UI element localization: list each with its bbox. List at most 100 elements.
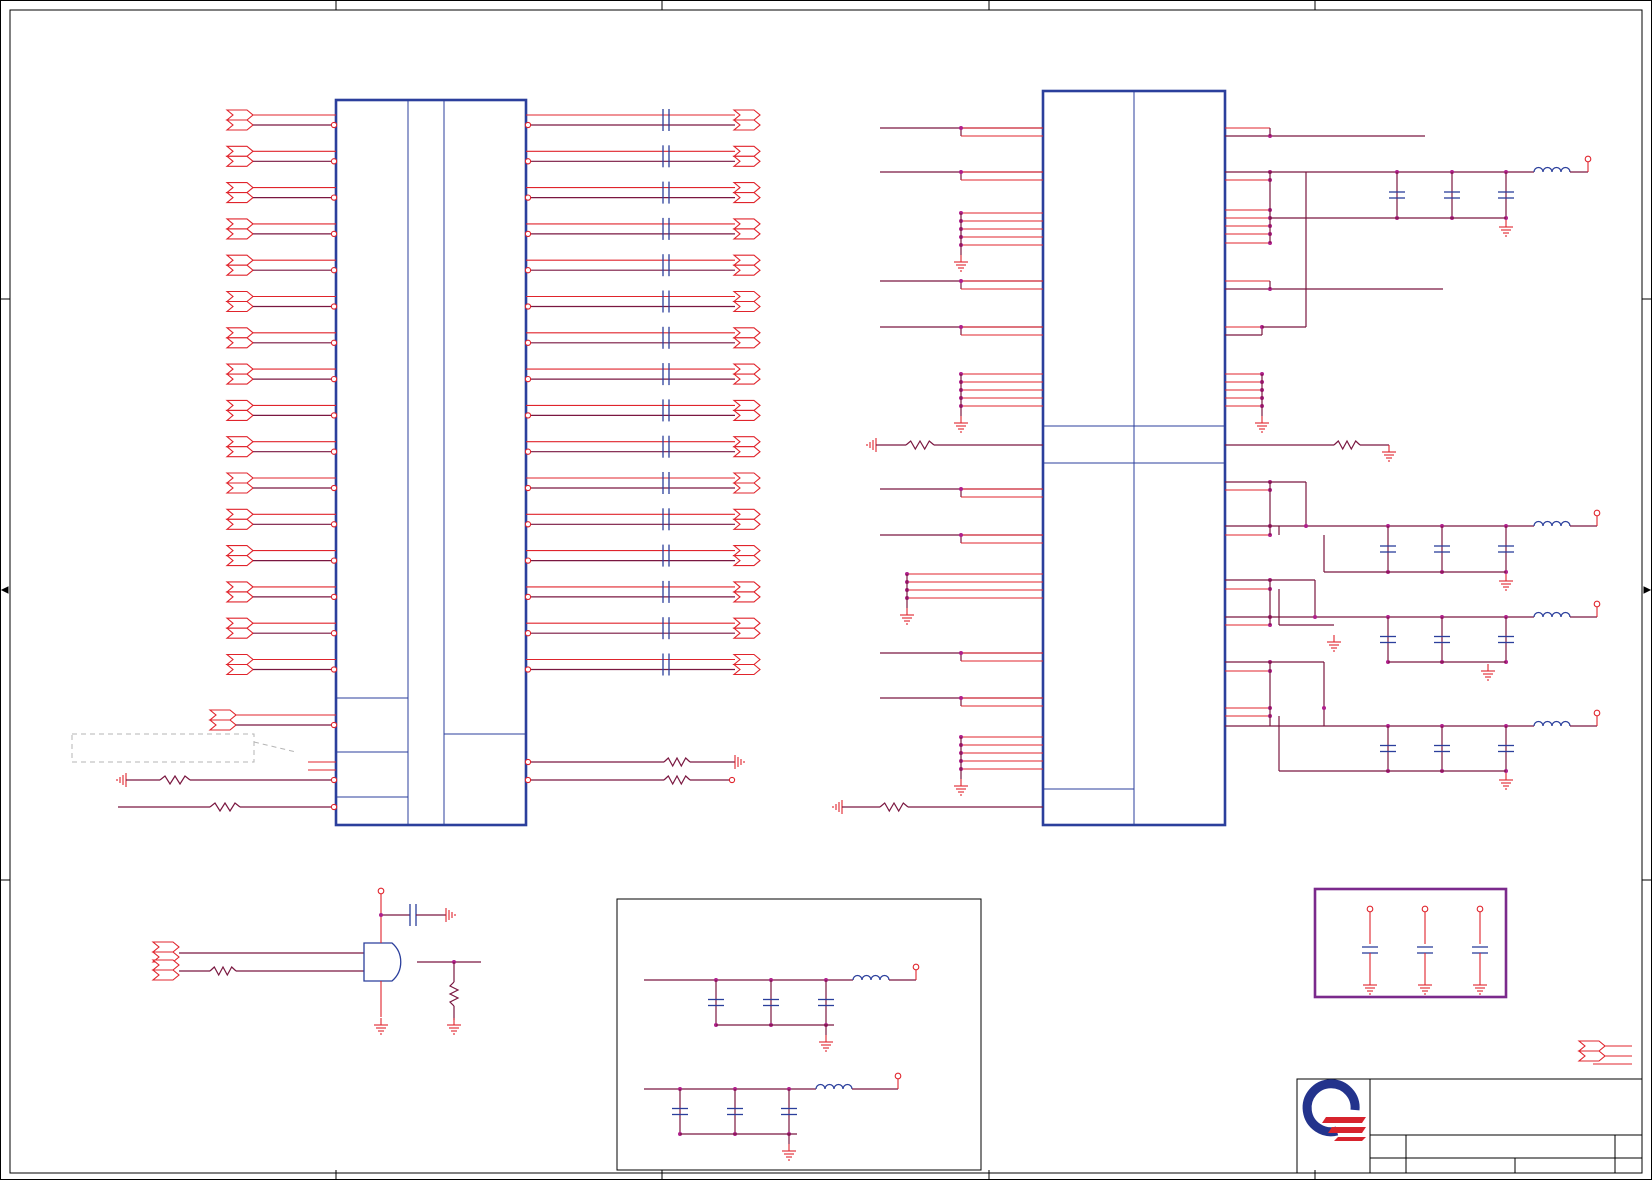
pin-end-circle [524, 484, 532, 492]
ground-icon [447, 1018, 461, 1035]
port-connector [225, 218, 254, 240]
port-connector [225, 399, 254, 421]
ground-icon [734, 755, 745, 769]
port-connector [732, 218, 761, 240]
resistor-icon [663, 756, 691, 768]
inductor-icon [1533, 520, 1571, 527]
power-rail-icon [1476, 905, 1484, 913]
port-arrow [225, 409, 254, 421]
logo-ring [1302, 1079, 1360, 1137]
capacitor-icon [662, 617, 670, 640]
port-arrow [208, 719, 237, 731]
capacitor-icon [662, 653, 670, 676]
port-connector [732, 508, 761, 530]
pin-end-circle [524, 521, 532, 528]
port-arrow [732, 627, 761, 639]
port-connector [732, 399, 761, 421]
port-arrow [732, 337, 761, 349]
ground-icon [1327, 635, 1341, 652]
port-connector [732, 472, 761, 494]
capacitor-icon [662, 399, 670, 422]
capacitor-icon [662, 508, 670, 531]
port-arrow [225, 119, 254, 131]
capacitor-icon [662, 145, 670, 168]
capacitor-icon [662, 472, 670, 494]
port-connector [225, 653, 254, 676]
off-sheet-arrow-icon [0, 586, 9, 594]
power-rail-icon [1421, 905, 1429, 913]
port-arrow [732, 145, 761, 157]
logo-stripe [1328, 1127, 1366, 1133]
off-sheet-arrow-icon [1643, 586, 1652, 594]
capacitor-icon [409, 904, 417, 926]
port-arrow [732, 155, 761, 167]
port-arrow [225, 155, 254, 167]
port-arrow [151, 941, 180, 953]
port-arrow [225, 109, 254, 121]
port-connector [732, 653, 761, 676]
pin-end-circle [524, 303, 532, 310]
pin-end-circle [330, 721, 338, 729]
pin-end-circle [524, 758, 532, 766]
port-connector [225, 472, 254, 494]
port-arrow [225, 300, 254, 313]
port-arrow [732, 436, 761, 448]
capacitor-icon [662, 363, 670, 386]
power-rail-icon [1366, 905, 1374, 913]
ground-icon [445, 908, 456, 922]
port-arrow [225, 627, 254, 639]
pin-end-circle [330, 666, 338, 673]
ground-icon [954, 416, 968, 433]
port-arrow [732, 182, 761, 194]
and-gate-circuit [151, 887, 1643, 1174]
junction-dot [959, 651, 963, 655]
resistor-icon [209, 965, 237, 977]
port-arrow [732, 399, 761, 411]
ground-icon [1499, 220, 1513, 237]
ground-icon [832, 800, 843, 814]
port-connector [732, 581, 761, 603]
ground-icon [1473, 978, 1487, 995]
port-arrow [732, 409, 761, 421]
port-arrow [225, 545, 254, 557]
left-chip-block [71, 89, 1643, 1174]
resistor-icon [448, 981, 460, 1007]
pin-end-circle [524, 194, 532, 201]
capacitor-icon [662, 254, 670, 277]
pin-end-circle [330, 630, 338, 637]
port-connector [151, 959, 180, 981]
port-arrow [1577, 1050, 1606, 1062]
port-arrow [732, 363, 761, 375]
port-arrow [225, 436, 254, 448]
power-rail-icon [894, 1072, 902, 1080]
port-arrow [732, 663, 761, 676]
port-connector [732, 363, 761, 385]
junction-dot [379, 913, 383, 917]
ground-icon [1499, 773, 1513, 790]
port-arrow [225, 653, 254, 666]
ground-icon [900, 608, 914, 625]
capacitor-icon [662, 435, 670, 458]
inductor-icon [815, 1083, 853, 1090]
port-arrow [732, 264, 761, 276]
port-arrow [732, 482, 761, 494]
port-connector [732, 617, 761, 639]
inductor-icon [1533, 166, 1571, 173]
port-connector [225, 508, 254, 530]
port-arrow [732, 218, 761, 230]
pin-end-circle [330, 803, 338, 811]
left-chip-body [334, 98, 528, 827]
port-connector [732, 182, 761, 204]
port-connector [225, 327, 254, 349]
junction-dot [959, 487, 963, 491]
schematic-sheet [0, 0, 1652, 1180]
resistor-icon [209, 801, 241, 813]
port-connector [225, 182, 254, 204]
port-connector [225, 545, 254, 567]
capacitor-icon [662, 109, 670, 131]
quanta-logo-icon [1302, 1079, 1366, 1141]
port-arrow [1577, 1040, 1606, 1052]
pin-end-circle [330, 303, 338, 310]
port-arrow [151, 959, 180, 971]
ground-icon [954, 255, 968, 272]
